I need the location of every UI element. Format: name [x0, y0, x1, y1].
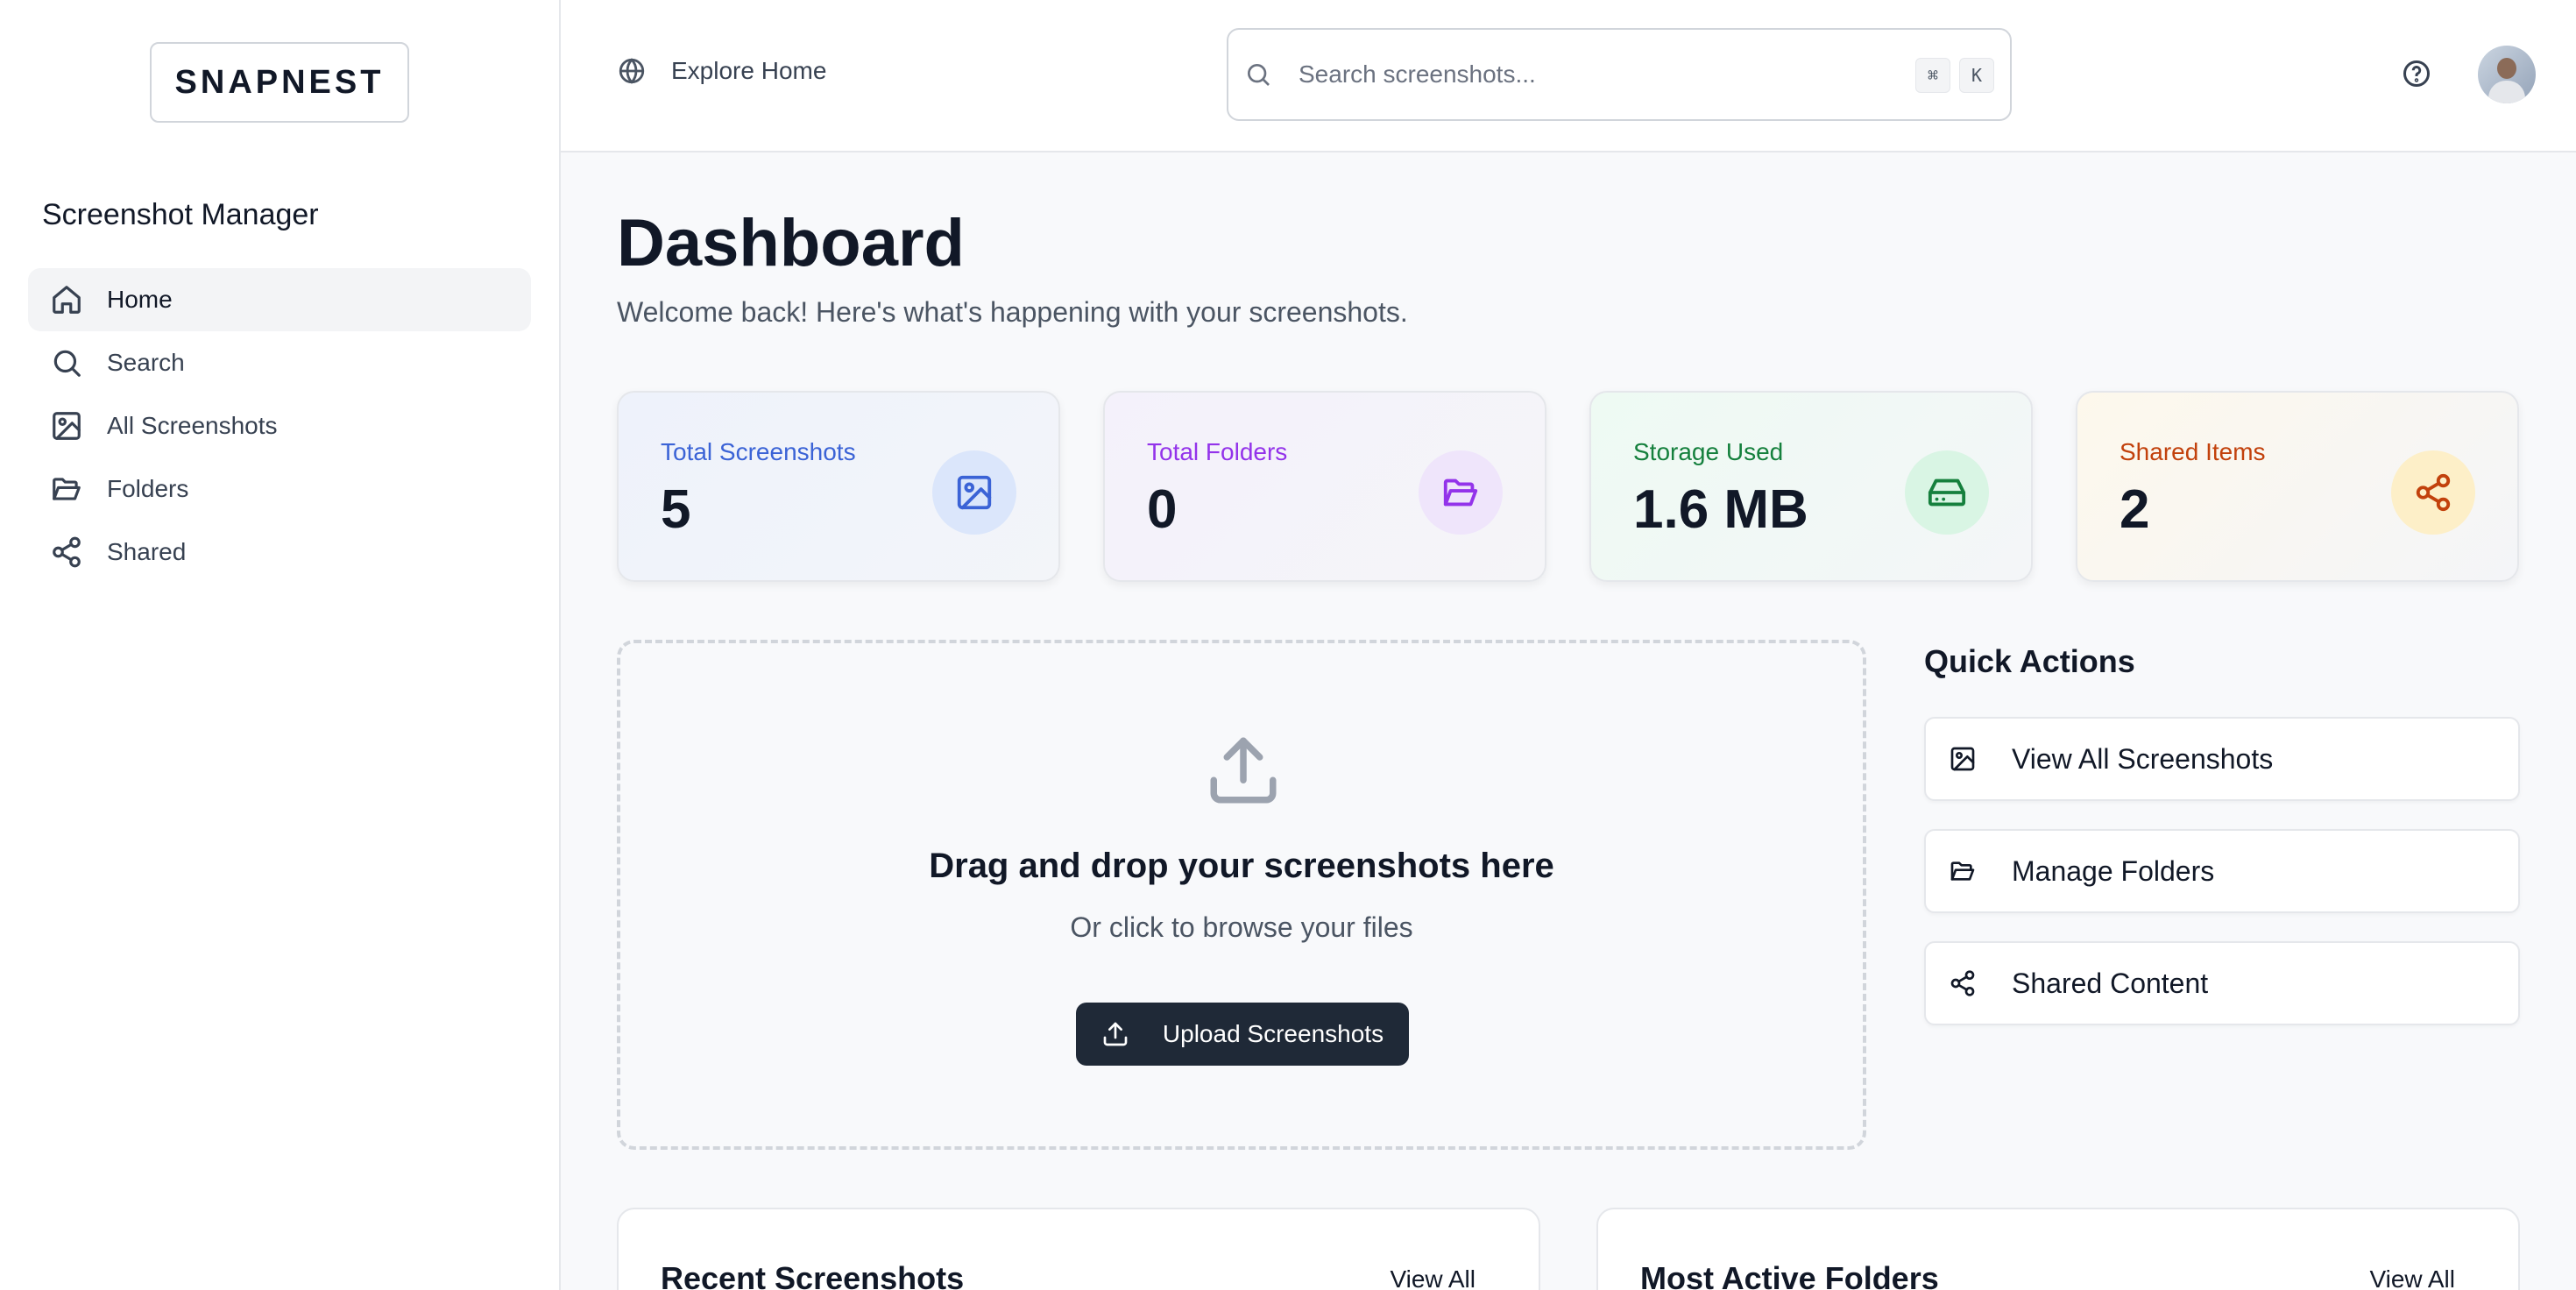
search-input[interactable] [1299, 60, 1859, 89]
dropzone-title: Drag and drop your screenshots here [929, 847, 1554, 885]
shortcut-key-k: K [1959, 58, 1994, 93]
sidebar-item-all-screenshots[interactable]: All Screenshots [28, 394, 531, 457]
stat-label: Total Folders [1147, 438, 1288, 465]
sidebar-item-label: Shared [107, 538, 187, 565]
page-subtitle: Welcome back! Here's what's happening wi… [617, 296, 1408, 328]
view-all-link[interactable]: View All [1390, 1265, 1476, 1290]
share-icon [2391, 450, 2475, 535]
sidebar-item-label: All Screenshots [107, 412, 278, 439]
sidebar-item-shared[interactable]: Shared [28, 521, 531, 584]
sidebar: SNAPNEST Screenshot Manager Home Search … [0, 0, 561, 1290]
quick-action-label: View All Screenshots [2012, 742, 2274, 775]
view-all-screenshots-button[interactable]: View All Screenshots [1924, 717, 2520, 801]
upload-dropzone[interactable]: Drag and drop your screenshots here Or c… [617, 640, 1866, 1150]
upload-icon [1103, 1022, 1128, 1046]
share-icon [1950, 970, 1975, 996]
stat-value: 1.6 MB [1633, 479, 1808, 540]
explore-home-label: Explore Home [671, 57, 827, 84]
quick-actions-title: Quick Actions [1924, 643, 2135, 679]
search-icon [1248, 64, 1270, 86]
shortcut-key-cmd: ⌘ [1915, 58, 1950, 93]
image-icon [49, 408, 84, 443]
app-name: Screenshot Manager [42, 198, 319, 231]
share-icon [49, 535, 84, 570]
upload-button-label: Upload Screenshots [1162, 1020, 1384, 1047]
sidebar-item-label: Folders [107, 475, 189, 502]
globe-icon [619, 58, 645, 84]
stat-label: Total Screenshots [661, 438, 856, 465]
dropzone-subtitle: Or click to browse your files [1070, 911, 1413, 943]
manage-folders-button[interactable]: Manage Folders [1924, 829, 2520, 913]
sidebar-nav: Home Search All Screenshots Folders Shar… [28, 268, 531, 584]
most-active-folders-panel: Most Active Folders View All [1596, 1208, 2520, 1290]
recent-screenshots-panel: Recent Screenshots View All [617, 1208, 1540, 1290]
avatar-body [2488, 81, 2525, 103]
avatar-face [2497, 58, 2516, 79]
app-logo[interactable]: SNAPNEST [150, 42, 409, 123]
view-all-link[interactable]: View All [2369, 1265, 2455, 1290]
top-header: Explore Home ⌘ K [561, 0, 2576, 152]
stat-label: Storage Used [1633, 438, 1784, 465]
stat-value: 5 [661, 479, 691, 540]
panel-title: Most Active Folders [1640, 1260, 1939, 1290]
stat-card-total-screenshots: Total Screenshots 5 [617, 391, 1060, 582]
sidebar-item-folders[interactable]: Folders [28, 457, 531, 521]
explore-home-link[interactable]: Explore Home [617, 56, 826, 86]
sidebar-item-label: Search [107, 349, 185, 376]
stat-card-total-folders: Total Folders 0 [1103, 391, 1546, 582]
sidebar-item-home[interactable]: Home [28, 268, 531, 331]
quick-action-label: Shared Content [2012, 967, 2209, 999]
stat-card-storage-used: Storage Used 1.6 MB [1589, 391, 2033, 582]
help-button[interactable] [2401, 58, 2436, 93]
home-icon [49, 282, 84, 317]
folder-open-icon [49, 471, 84, 507]
stat-value: 0 [1147, 479, 1178, 540]
upload-icon [1204, 731, 1283, 810]
page-title: Dashboard [617, 206, 965, 280]
upload-screenshots-button[interactable]: Upload Screenshots [1076, 1003, 1409, 1066]
help-circle-icon [2403, 60, 2430, 87]
search-icon [49, 345, 84, 380]
folder-open-icon [1950, 861, 1975, 881]
sidebar-item-label: Home [107, 286, 173, 313]
image-icon [1950, 747, 1975, 771]
stat-card-shared-items: Shared Items 2 [2076, 391, 2519, 582]
search-bar[interactable]: ⌘ K [1227, 28, 2012, 121]
stat-value: 2 [2120, 479, 2150, 540]
quick-action-label: Manage Folders [2012, 854, 2215, 887]
panel-title: Recent Screenshots [661, 1260, 965, 1290]
sidebar-item-search[interactable]: Search [28, 331, 531, 394]
folder-open-icon [1419, 450, 1503, 535]
shared-content-button[interactable]: Shared Content [1924, 941, 2520, 1025]
user-avatar[interactable] [2478, 46, 2536, 103]
hard-drive-icon [1905, 450, 1989, 535]
image-icon [932, 450, 1016, 535]
stat-label: Shared Items [2120, 438, 2266, 465]
